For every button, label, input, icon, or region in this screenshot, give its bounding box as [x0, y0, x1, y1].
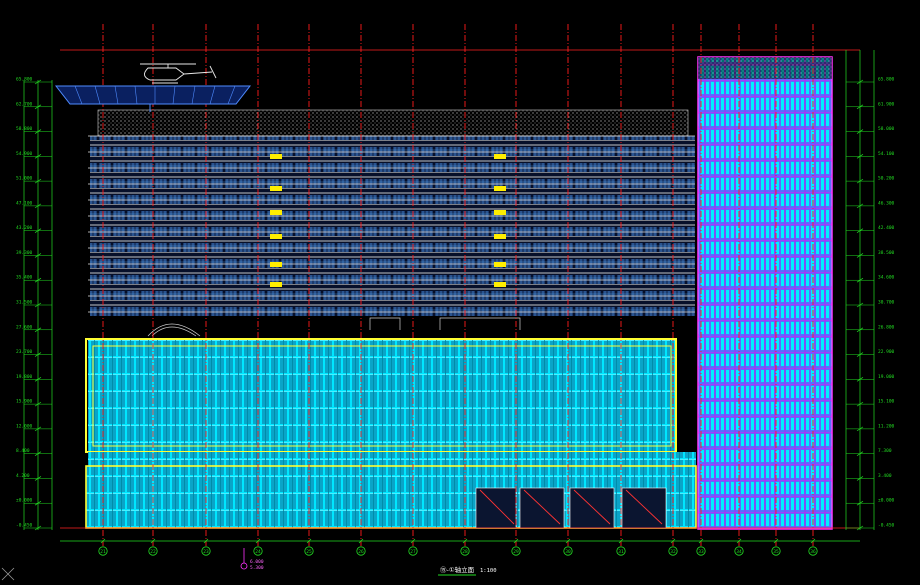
- elevation-label: 22.900: [878, 349, 895, 355]
- note-top: 6.000: [250, 559, 264, 565]
- axis-label: 33: [698, 549, 704, 555]
- elevation-label: 58.000: [878, 126, 895, 132]
- axis-label: 28: [462, 549, 468, 555]
- axis-label: 34: [736, 549, 742, 555]
- elevation-label: -0.450: [16, 523, 33, 529]
- elevation-label: 46.300: [878, 200, 895, 206]
- elevation-label: 35.400: [16, 275, 33, 281]
- elevation-label: 50.200: [878, 176, 895, 182]
- elevation-label: 42.400: [878, 225, 895, 231]
- axis-label: 27: [410, 549, 416, 555]
- elevation-label: 19.800: [16, 374, 33, 380]
- axis-label: 35: [773, 549, 779, 555]
- elevation-label: 30.700: [878, 300, 895, 306]
- elevation-label: 58.800: [16, 126, 33, 132]
- elevation-drawing: 65.800 62.700 58.800 54.900 51.000 47.100 43.2…: [0, 0, 920, 585]
- elevation-label: -0.450: [878, 523, 895, 529]
- elevation-label: 15.900: [16, 399, 33, 405]
- axis-label: 22: [150, 549, 156, 555]
- elevation-label: 62.700: [16, 101, 33, 107]
- axis-label: 29: [513, 549, 519, 555]
- elevation-label: 34.600: [878, 275, 895, 281]
- elevation-label: 15.100: [878, 399, 895, 405]
- elevation-label: 61.900: [878, 101, 895, 107]
- elevation-label: 3.400: [878, 473, 892, 479]
- axis-label: 23: [203, 549, 209, 555]
- elevation-label: 11.200: [878, 423, 895, 429]
- drawing-scale: 1:100: [480, 568, 497, 574]
- elevation-label: 38.500: [878, 250, 895, 256]
- elevation-label: 43.200: [16, 225, 33, 231]
- roof-parapet: [97, 109, 689, 137]
- axis-label: 26: [358, 549, 364, 555]
- elevation-label: 26.800: [878, 324, 895, 330]
- entrance-openings: [475, 487, 667, 529]
- elevation-label: 4.200: [16, 473, 30, 479]
- axis-label: 24: [255, 549, 261, 555]
- drawing-title: ⑮-①轴立面: [440, 565, 475, 574]
- elevation-label: 51.000: [16, 176, 33, 182]
- tower-facade: [698, 57, 832, 529]
- elevation-label: 8.400: [16, 448, 30, 454]
- elevation-label: 31.500: [16, 300, 33, 306]
- elevation-label: ±0.000: [878, 498, 895, 504]
- axis-label: 25: [306, 549, 312, 555]
- podium-band: [88, 452, 696, 466]
- elevation-label: 12.000: [16, 423, 33, 429]
- podium-curtain-wall: [88, 340, 676, 452]
- elevation-label: 27.600: [16, 324, 33, 330]
- elevation-label: 65.800: [878, 77, 895, 83]
- axis-label: 21: [100, 549, 106, 555]
- elevation-label: 19.000: [878, 374, 895, 380]
- elevation-label: 7.300: [878, 448, 892, 454]
- elevation-label: 39.300: [16, 250, 33, 256]
- elevation-label: 54.100: [878, 151, 895, 157]
- elevation-label: 47.100: [16, 200, 33, 206]
- upper-floors-facade: [90, 136, 695, 316]
- tower-crown: [698, 57, 832, 79]
- elevation-label: 23.700: [16, 349, 33, 355]
- axis-label: 30: [565, 549, 571, 555]
- elevation-label: 54.900: [16, 151, 33, 157]
- elevation-label: ±0.000: [16, 498, 33, 504]
- axis-label: 32: [670, 549, 676, 555]
- elevation-label: 65.800: [16, 77, 33, 83]
- axis-label: 31: [618, 549, 624, 555]
- note-bottom: 5.300: [250, 565, 264, 571]
- axis-label: 36: [810, 549, 816, 555]
